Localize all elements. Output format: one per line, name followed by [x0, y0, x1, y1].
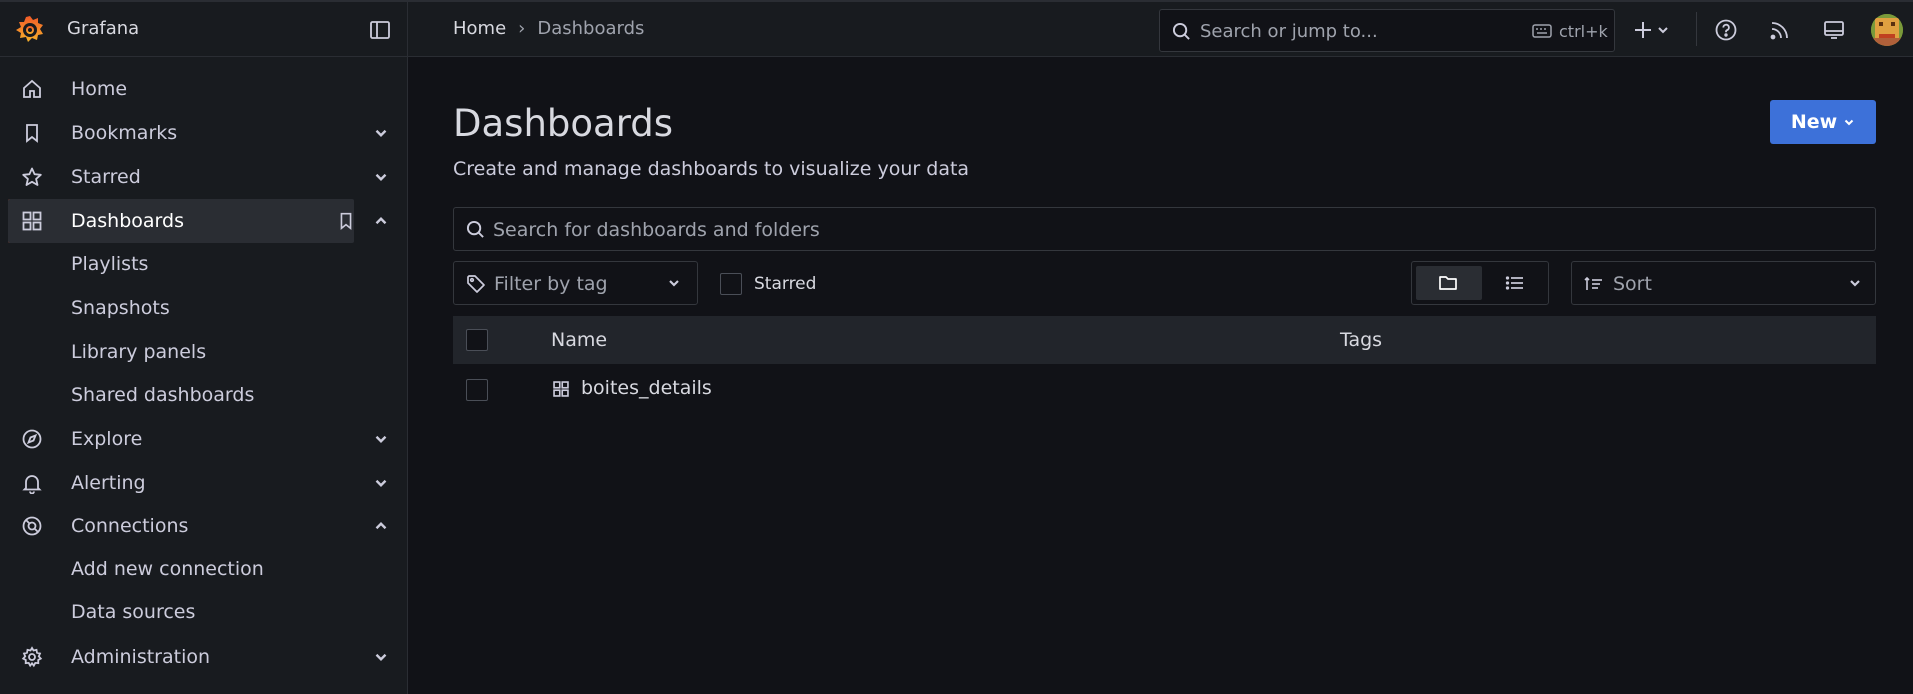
sidebar-subitem-data-sources[interactable]: Data sources — [71, 601, 195, 623]
sidebar-item-dashboards[interactable]: Dashboards — [8, 199, 354, 243]
table-header: Name Tags — [453, 316, 1876, 364]
sidebar-item-label: Home — [71, 78, 128, 100]
chevron-down-icon[interactable] — [372, 648, 390, 666]
sidebar-item-label: Administration — [71, 646, 211, 668]
brand-name: Grafana — [67, 18, 140, 39]
sidebar-item-label: Connections — [71, 515, 189, 537]
starred-label: Starred — [754, 274, 817, 294]
apps-icon — [552, 380, 570, 398]
new-button-label: New — [1790, 111, 1838, 133]
chevron-up-icon[interactable] — [372, 212, 390, 230]
dashboard-link[interactable]: boites_details — [581, 377, 712, 399]
chevron-down-icon — [1657, 24, 1669, 36]
star-icon — [21, 166, 43, 188]
breadcrumb: Home › Dashboards — [453, 18, 644, 39]
top-search-placeholder: Search or jump to... — [1200, 21, 1378, 42]
sidebar-item-label: Bookmarks — [71, 122, 178, 144]
bookmark-icon[interactable] — [336, 210, 356, 232]
kiosk-icon[interactable] — [1822, 18, 1846, 42]
chevron-down-icon — [1843, 116, 1855, 128]
keyboard-icon — [1532, 23, 1552, 39]
sort-select[interactable]: Sort — [1571, 261, 1876, 305]
avatar[interactable] — [1871, 14, 1903, 46]
sidebar-subitem-snapshots[interactable]: Snapshots — [71, 297, 170, 319]
breadcrumb-separator: › — [518, 18, 526, 39]
page-title: Dashboards — [453, 102, 674, 145]
top-search-input[interactable]: Search or jump to... ctrl+k — [1159, 9, 1615, 52]
connections-icon — [21, 515, 43, 537]
column-header-name: Name — [551, 329, 608, 351]
add-new-button[interactable] — [1633, 18, 1673, 42]
new-button[interactable]: New — [1770, 100, 1876, 144]
list-view-button[interactable] — [1486, 266, 1544, 300]
page-subtitle: Create and manage dashboards to visualiz… — [453, 158, 970, 180]
search-icon — [466, 220, 485, 239]
grafana-logo-icon[interactable] — [14, 14, 46, 46]
sidebar-item-alerting[interactable]: Alerting — [8, 461, 354, 505]
top-bar: Grafana Home › Dashboards Search or jump… — [0, 0, 1913, 57]
sidebar-subitem-shared-dashboards[interactable]: Shared dashboards — [71, 384, 254, 406]
sort-icon — [1584, 275, 1604, 293]
sidebar-item-home[interactable]: Home — [8, 67, 354, 111]
select-all-checkbox[interactable] — [466, 329, 488, 351]
chevron-down-icon — [1847, 275, 1863, 291]
filter-by-tag-select[interactable]: Filter by tag — [453, 261, 698, 305]
gear-icon — [21, 646, 43, 668]
chevron-down-icon[interactable] — [372, 430, 390, 448]
plus-icon — [1633, 20, 1653, 40]
chevron-down-icon — [666, 275, 682, 291]
starred-checkbox[interactable] — [720, 273, 742, 295]
sort-placeholder: Sort — [1613, 273, 1652, 295]
search-icon — [1172, 22, 1191, 41]
sidebar-item-label: Explore — [71, 428, 143, 450]
filter-by-tag-placeholder: Filter by tag — [494, 273, 608, 295]
sidebar-item-administration[interactable]: Administration — [8, 635, 354, 679]
compass-icon — [21, 428, 43, 450]
help-icon[interactable] — [1714, 18, 1738, 42]
bell-icon — [21, 472, 43, 494]
sidebar-item-bookmarks[interactable]: Bookmarks — [8, 111, 354, 155]
sidebar-subitem-library-panels[interactable]: Library panels — [71, 341, 206, 363]
breadcrumb-current: Dashboards — [537, 18, 645, 39]
row-checkbox[interactable] — [466, 379, 488, 401]
sidebar-item-label: Starred — [71, 166, 141, 188]
sidebar: Home Bookmarks Starred Dashboards Playli… — [0, 57, 408, 694]
chevron-up-icon[interactable] — [372, 517, 390, 535]
apps-icon — [21, 210, 43, 232]
dashboard-search-placeholder: Search for dashboards and folders — [493, 219, 820, 241]
dock-menu-icon[interactable] — [369, 19, 391, 41]
dashboard-search-input[interactable]: Search for dashboards and folders — [453, 207, 1876, 251]
breadcrumb-home[interactable]: Home — [453, 18, 506, 39]
table-row: boites_details — [453, 364, 1876, 414]
shortcut-hint: ctrl+k — [1559, 22, 1608, 41]
view-mode-toggle — [1411, 261, 1549, 305]
column-header-tags: Tags — [1340, 329, 1383, 351]
sidebar-item-label: Alerting — [71, 472, 146, 494]
chevron-down-icon[interactable] — [372, 474, 390, 492]
chevron-down-icon[interactable] — [372, 168, 390, 186]
rss-icon[interactable] — [1768, 18, 1792, 42]
home-icon — [21, 78, 43, 100]
top-separator — [1696, 12, 1697, 46]
tag-icon — [466, 274, 486, 294]
top-divider — [407, 2, 408, 57]
bookmark-icon — [21, 122, 43, 144]
sidebar-subitem-add-new-connection[interactable]: Add new connection — [71, 558, 264, 580]
sidebar-item-connections[interactable]: Connections — [8, 504, 354, 548]
chevron-down-icon[interactable] — [372, 124, 390, 142]
sidebar-item-starred[interactable]: Starred — [8, 155, 354, 199]
sidebar-item-explore[interactable]: Explore — [8, 417, 354, 461]
folder-view-button[interactable] — [1416, 266, 1482, 300]
sidebar-item-label: Dashboards — [71, 210, 184, 232]
sidebar-subitem-playlists[interactable]: Playlists — [71, 253, 148, 275]
